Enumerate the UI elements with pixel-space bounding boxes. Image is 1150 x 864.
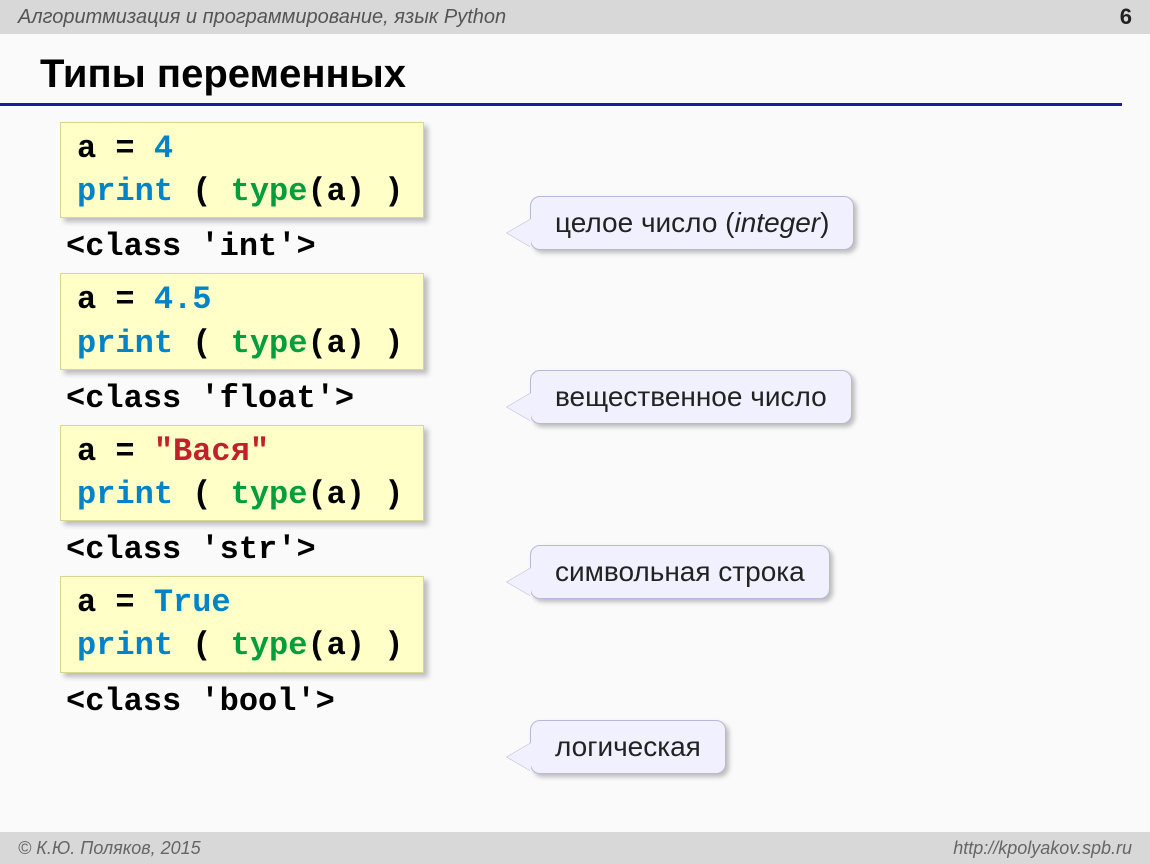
code-box: a = 4print ( type(a) ) — [60, 122, 424, 218]
footer-url: http://kpolyakov.spb.ru — [953, 838, 1132, 859]
callout: целое число (integer) — [530, 196, 854, 250]
output-line: <class 'bool'> — [60, 673, 1150, 722]
slide-title: Типы переменных — [0, 34, 1122, 106]
callout: логическая — [530, 720, 726, 774]
code-box: a = Trueprint ( type(a) ) — [60, 576, 424, 672]
footer-bar: © К.Ю. Поляков, 2015 http://kpolyakov.sp… — [0, 832, 1150, 864]
footer-copyright: © К.Ю. Поляков, 2015 — [18, 838, 201, 859]
callout: символьная строка — [530, 545, 830, 599]
code-box: a = "Вася"print ( type(a) ) — [60, 425, 424, 521]
course-title: Алгоритмизация и программирование, язык … — [18, 6, 506, 29]
page-number: 6 — [1120, 4, 1132, 30]
header-bar: Алгоритмизация и программирование, язык … — [0, 0, 1150, 34]
code-box: a = 4.5print ( type(a) ) — [60, 273, 424, 369]
callout: вещественное число — [530, 370, 852, 424]
